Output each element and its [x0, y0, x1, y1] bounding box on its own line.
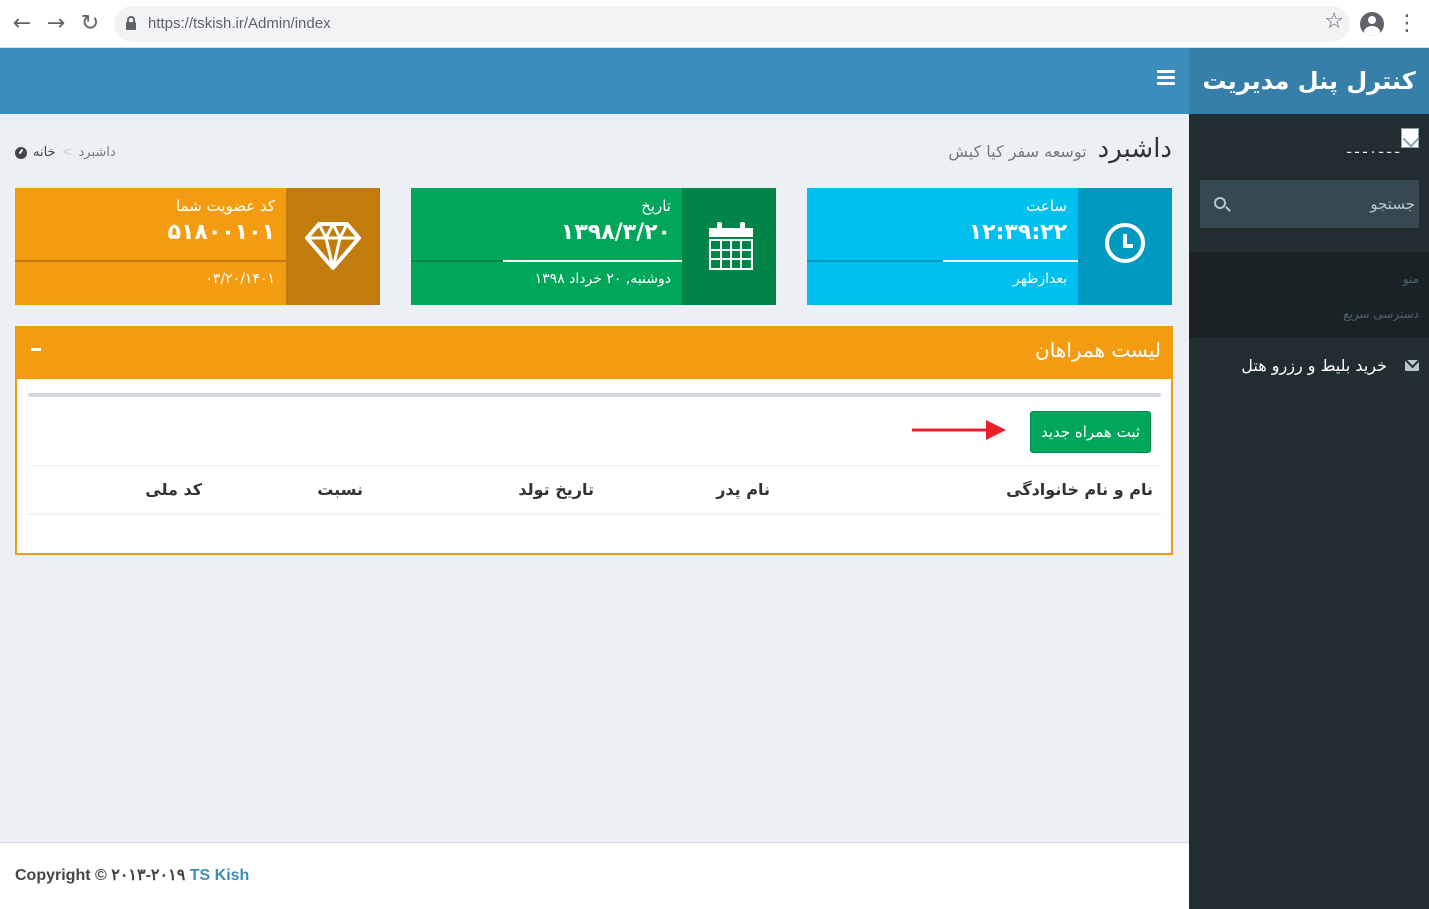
- dashboard-icon: [15, 146, 27, 159]
- info-box-number: ۱۲:۳۹:۲۲: [968, 220, 1067, 245]
- info-box-label: کد عضویت شما: [176, 197, 275, 215]
- column-header-full-name[interactable]: نام و نام خانوادگی: [1006, 480, 1153, 499]
- column-header-father-name[interactable]: نام پدر: [716, 480, 770, 499]
- companions-box: لیست همراهان ثبت همراه جدید نام و نام خا…: [15, 326, 1173, 555]
- sidebar-item-tickets-hotel[interactable]: خرید بلیط و رزرو هتل: [1189, 350, 1429, 384]
- info-box-progress: [411, 260, 682, 262]
- footer: Copyright © ۲۰۱۳-۲۰۱۹ TS Kish: [0, 842, 1189, 909]
- info-box-date: تاریخ ۱۳۹۸/۳/۲۰ دوشنبه, ۲۰ خرداد ۱۳۹۸: [411, 188, 776, 305]
- info-box-time: ساعت ۱۲:۳۹:۲۲ بعدازظهر: [807, 188, 1172, 305]
- browser-menu-icon[interactable]: ⋮: [1396, 8, 1418, 40]
- arrow-left-icon: ←: [12, 11, 32, 36]
- info-box-description: ۰۳/۲۰/۱۴۰۱: [205, 271, 275, 287]
- companions-box-title: لیست همراهان: [1035, 338, 1161, 362]
- main-header: [0, 48, 1189, 114]
- sidebar: ـ ـ ـ . ـ ـ ـ منو دسترسی سریع خرید بلیط …: [1189, 114, 1429, 909]
- user-image-icon: [1401, 128, 1419, 148]
- collapse-minus-icon[interactable]: [29, 338, 43, 360]
- bookmark-star-icon[interactable]: ☆: [1324, 9, 1344, 34]
- copyright-text: Copyright © ۲۰۱۳-۲۰۱۹: [15, 867, 186, 884]
- address-bar[interactable]: https://tskish.ir/Admin/index ☆: [114, 6, 1350, 42]
- info-box-progress: [15, 260, 286, 262]
- info-box-number: ۱۳۹۸/۳/۲۰: [560, 220, 671, 245]
- clock-icon: [1105, 223, 1145, 263]
- back-button[interactable]: ←: [6, 8, 38, 40]
- red-arrow-icon: [912, 420, 1006, 440]
- search-input[interactable]: [1240, 180, 1415, 228]
- column-header-relation[interactable]: نسبت: [317, 480, 363, 499]
- page-title-main: داشبرد: [1097, 134, 1172, 164]
- sidebar-headers: منو دسترسی سریع: [1189, 252, 1429, 338]
- diamond-icon: [305, 222, 361, 270]
- info-box-label: ساعت: [1026, 197, 1067, 215]
- logo[interactable]: کنترل پنل مدیریت: [1189, 48, 1429, 114]
- page-subtitle: توسعه سفر کیا کیش: [948, 142, 1087, 161]
- url-text: https://tskish.ir/Admin/index: [148, 15, 331, 32]
- sidebar-toggle-icon[interactable]: [1157, 70, 1175, 90]
- reload-icon: ↻: [80, 11, 100, 36]
- user-name: ـ ـ ـ . ـ ـ ـ: [1347, 142, 1399, 157]
- info-box-description: بعدازظهر: [1013, 271, 1067, 287]
- info-box-number: ۵۱۸۰۰۱۰۱: [167, 220, 275, 245]
- profile-avatar-icon[interactable]: [1360, 12, 1384, 36]
- add-companion-button[interactable]: ثبت همراه جدید: [1030, 411, 1151, 453]
- breadcrumb: داشبرد > خانه: [15, 145, 116, 160]
- breadcrumb-separator: >: [61, 145, 73, 160]
- info-box-membership: کد عضویت شما ۵۱۸۰۰۱۰۱ ۰۳/۲۰/۱۴۰۱: [15, 188, 380, 305]
- breadcrumb-current: داشبرد: [78, 145, 116, 160]
- info-box-progress: [807, 260, 1078, 262]
- quick-access-header: دسترسی سریع: [1343, 307, 1419, 321]
- calendar-icon: [709, 222, 753, 270]
- search-icon[interactable]: [1214, 197, 1226, 209]
- lock-icon: [126, 16, 136, 30]
- divider-line: [28, 393, 1161, 397]
- arrow-right-icon: →: [46, 11, 66, 36]
- user-panel: ـ ـ ـ . ـ ـ ـ: [1189, 114, 1429, 172]
- sidebar-item-label: خرید بلیط و رزرو هتل: [1241, 356, 1387, 375]
- column-header-birth-date[interactable]: تاریخ تولد: [518, 480, 594, 499]
- info-box-icon-area: [286, 188, 380, 305]
- forward-button[interactable]: →: [40, 8, 72, 40]
- info-box-icon-area: [1078, 188, 1172, 305]
- footer-copyright: Copyright © ۲۰۱۳-۲۰۱۹ TS Kish: [15, 865, 249, 885]
- envelope-icon: [1405, 360, 1419, 371]
- companions-box-header: لیست همراهان: [15, 326, 1173, 379]
- column-header-national-code[interactable]: کد ملی: [145, 480, 202, 499]
- companions-table-header: نام و نام خانوادگی نام پدر تاریخ تولد نس…: [28, 465, 1161, 515]
- info-box-icon-area: [682, 188, 776, 305]
- footer-brand-link[interactable]: TS Kish: [190, 867, 250, 884]
- browser-toolbar: ← → ↻ https://tskish.ir/Admin/index ☆ ⋮: [0, 0, 1429, 48]
- breadcrumb-home[interactable]: خانه: [33, 145, 56, 160]
- info-box-description: دوشنبه, ۲۰ خرداد ۱۳۹۸: [534, 271, 671, 287]
- page-title: داشبرد توسعه سفر کیا کیش: [948, 134, 1172, 164]
- reload-button[interactable]: ↻: [74, 8, 106, 40]
- info-box-label: تاریخ: [641, 197, 671, 215]
- menu-header: منو: [1402, 272, 1419, 286]
- sidebar-search: [1200, 180, 1419, 228]
